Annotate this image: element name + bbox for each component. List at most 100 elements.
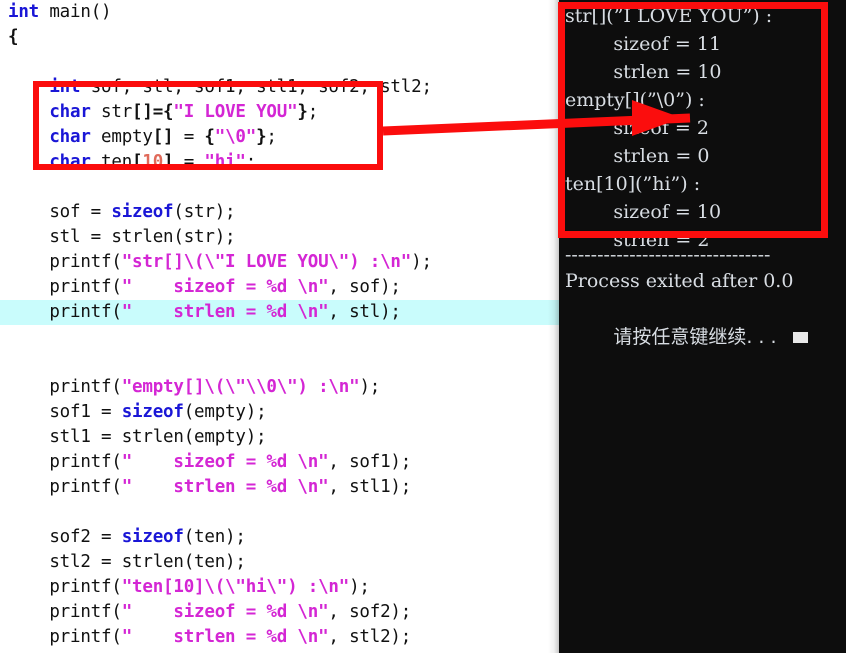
code-token-plain: printf(	[8, 302, 122, 322]
console-output-line: empty[](”\0”) :	[565, 89, 705, 111]
code-token-plain: sof1 =	[8, 402, 122, 422]
code-token-plain: printf(	[8, 452, 122, 472]
code-token-punc: []	[152, 127, 174, 147]
console-footer-block: -------------------------------- Process…	[559, 243, 846, 379]
code-token-plain: stl2 = strlen(ten);	[8, 552, 246, 572]
code-line[interactable]: int sof, stl, sof1, stl1, sof2, stl2;	[0, 75, 559, 100]
code-token-kw: int	[8, 2, 40, 22]
code-token-kw: char	[49, 152, 91, 172]
console-press-key-message: 请按任意键继续. . .	[559, 295, 846, 379]
code-token-plain: ;	[266, 127, 277, 147]
code-token-punc: []	[132, 102, 153, 122]
code-token-str: " sizeof = %d \n"	[121, 602, 329, 622]
console-output-block: str[](”I LOVE YOU”) : sizeof = 11 strlen…	[559, 2, 846, 254]
code-line[interactable]: char str[]={"I LOVE YOU"};	[0, 100, 559, 125]
code-line[interactable]	[0, 175, 559, 200]
code-token-plain: printf(	[8, 627, 122, 647]
code-line[interactable]: printf(" strlen = %d \n", stl2);	[0, 625, 559, 650]
console-cursor-block	[792, 332, 808, 343]
code-token-str: "str[]\(\"I LOVE YOU\") :\n"	[121, 252, 412, 272]
code-token-plain: ten	[90, 152, 133, 172]
code-token-str: " strlen = %d \n"	[121, 477, 329, 497]
code-line[interactable]: printf("str[]\(\"I LOVE YOU\") :\n");	[0, 250, 559, 275]
console-output-line: ten[10](”hi”) :	[565, 173, 701, 195]
code-line[interactable]: char empty[] = {"\0"};	[0, 125, 559, 150]
code-line[interactable]: printf("ten[10]\(\"hi\") :\n");	[0, 575, 559, 600]
code-lines-container[interactable]: int main(){ int sof, stl, sof1, stl1, so…	[0, 0, 559, 650]
console-separator: --------------------------------	[565, 244, 771, 266]
code-token-plain: printf(	[8, 577, 122, 597]
code-token-plain: sof, stl, sof1, stl1, sof2, stl2;	[80, 77, 432, 97]
code-line[interactable]	[0, 500, 559, 525]
code-token-plain: =	[173, 152, 205, 172]
code-line[interactable]: stl = strlen(str);	[0, 225, 559, 250]
code-line[interactable]: stl2 = strlen(ten);	[0, 550, 559, 575]
code-token-str: " strlen = %d \n"	[121, 302, 329, 322]
code-token-kw: char	[49, 127, 91, 147]
code-token-kw: sizeof	[121, 527, 184, 547]
code-token-str: "I LOVE YOU"	[173, 102, 298, 122]
code-line[interactable]: printf(" strlen = %d \n", stl);	[0, 300, 559, 325]
code-token-punc: =	[152, 102, 164, 122]
code-token-plain: , stl2);	[328, 627, 412, 647]
code-line[interactable]: printf(" sizeof = %d \n", sof);	[0, 275, 559, 300]
code-token-plain: empty	[90, 127, 153, 147]
code-token-plain: , sof);	[328, 277, 401, 297]
code-token-plain: );	[349, 577, 370, 597]
code-line[interactable]: stl1 = strlen(empty);	[0, 425, 559, 450]
code-token-str: "ten[10]\(\"hi\") :\n"	[121, 577, 350, 597]
code-token-plain: printf(	[8, 252, 122, 272]
code-token-plain: str	[90, 102, 133, 122]
code-line[interactable]: sof2 = sizeof(ten);	[0, 525, 559, 550]
code-line[interactable]	[0, 350, 559, 375]
code-token-kw: sizeof	[121, 402, 184, 422]
code-token-punc: ]	[163, 152, 174, 172]
code-token-plain: , sof1);	[328, 452, 412, 472]
code-line[interactable]: {	[0, 25, 559, 50]
console-pane[interactable]: str[](”I LOVE YOU”) : sizeof = 11 strlen…	[559, 0, 846, 653]
code-token-plain: );	[359, 377, 381, 397]
code-token-kw: char	[49, 102, 91, 122]
code-token-num: 10	[142, 152, 164, 172]
code-token-plain: sof2 =	[8, 527, 122, 547]
code-line[interactable]	[0, 50, 559, 75]
code-token-plain: printf(	[8, 377, 122, 397]
code-token-plain: printf(	[8, 277, 122, 297]
code-token-plain: (str);	[173, 202, 236, 222]
code-token-str: "\0"	[214, 127, 257, 147]
code-token-plain: , sof2);	[328, 602, 412, 622]
code-token-punc: }	[256, 127, 267, 147]
code-token-plain: , stl1);	[328, 477, 412, 497]
code-token-plain: printf(	[8, 602, 122, 622]
code-line[interactable]: char ten[10] = "hi";	[0, 150, 559, 175]
console-output-line: sizeof = 2	[565, 117, 709, 139]
console-exit-message: Process exited after 0.0	[565, 270, 794, 292]
code-line[interactable]: printf(" sizeof = %d \n", sof2);	[0, 600, 559, 625]
code-token-punc: [	[132, 152, 143, 172]
code-editor-pane[interactable]: int main(){ int sof, stl, sof1, stl1, so…	[0, 0, 559, 653]
code-line[interactable]: printf("empty[]\(\"\\0\") :\n");	[0, 375, 559, 400]
code-token-punc: }	[297, 102, 308, 122]
code-token-punc: {	[204, 127, 215, 147]
code-line[interactable]: sof1 = sizeof(empty);	[0, 400, 559, 425]
code-token-punc: {	[8, 27, 19, 47]
code-line[interactable]: sof = sizeof(str);	[0, 200, 559, 225]
code-token-plain: printf(	[8, 477, 122, 497]
code-line[interactable]: printf(" sizeof = %d \n", sof1);	[0, 450, 559, 475]
screenshot-root: int main(){ int sof, stl, sof1, stl1, so…	[0, 0, 846, 653]
code-token-plain: , stl);	[328, 302, 401, 322]
code-token-str: " sizeof = %d \n"	[121, 277, 329, 297]
console-output-line: sizeof = 10	[565, 201, 722, 223]
code-line[interactable]: int main()	[0, 0, 559, 25]
code-line[interactable]	[0, 325, 559, 350]
press-key-text: 请按任意键继续. . .	[613, 326, 783, 348]
code-line[interactable]: printf(" strlen = %d \n", stl1);	[0, 475, 559, 500]
